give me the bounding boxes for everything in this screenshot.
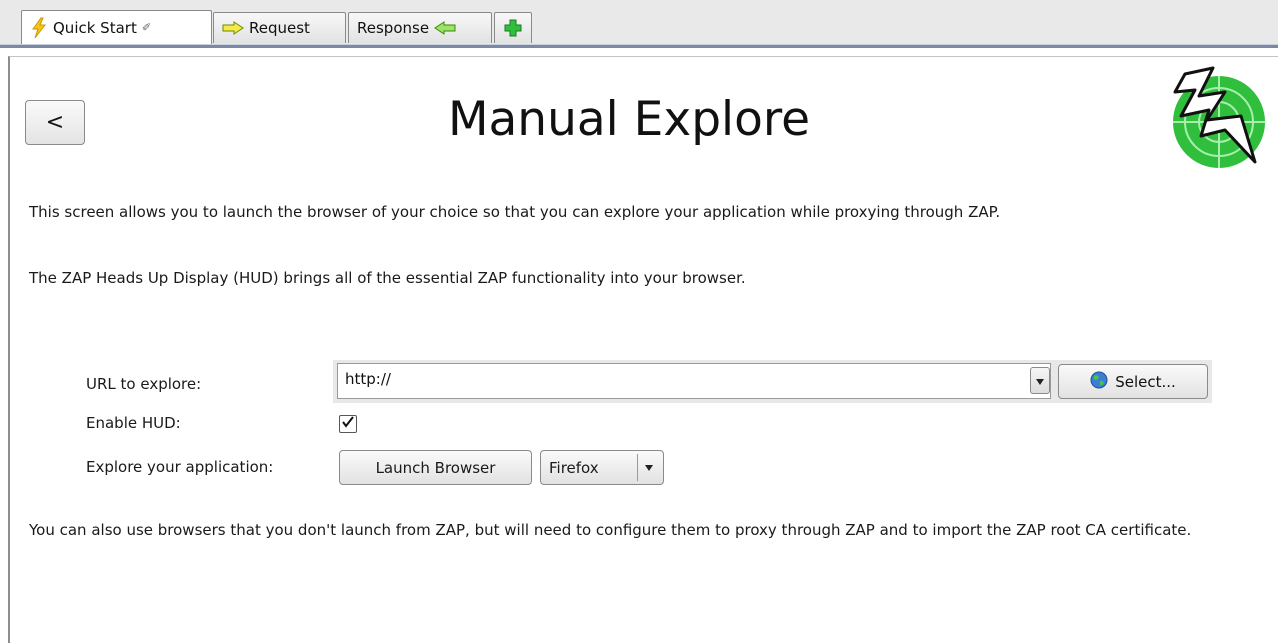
chevron-down-icon — [637, 454, 659, 481]
browser-select-value: Firefox — [549, 458, 599, 477]
tab-label: Response — [357, 19, 430, 37]
tab-label: Request — [249, 19, 310, 37]
arrow-left-icon — [434, 21, 456, 35]
tab-bar: Quick Start ✐ Request Response — [0, 0, 1278, 48]
tab-label: Quick Start — [53, 18, 137, 37]
zap-logo-icon — [1155, 66, 1267, 174]
checkmark-icon — [341, 415, 355, 433]
tab-response[interactable]: Response — [348, 12, 492, 43]
proxy-info-paragraph: You can also use browsers that you don't… — [29, 521, 1192, 539]
hud-label: Enable HUD: — [86, 414, 181, 432]
page-title: Manual Explore — [447, 92, 811, 147]
url-label: URL to explore: — [86, 375, 202, 393]
globe-icon — [1090, 371, 1108, 393]
launch-browser-button[interactable]: Launch Browser — [339, 450, 532, 485]
add-tab-button[interactable] — [494, 12, 532, 43]
chevron-down-icon — [1035, 372, 1045, 390]
url-dropdown-button[interactable] — [1030, 367, 1050, 394]
arrow-right-icon — [222, 21, 244, 35]
enable-hud-checkbox[interactable] — [339, 415, 357, 433]
lightning-icon — [30, 17, 48, 39]
hud-paragraph: The ZAP Heads Up Display (HUD) brings al… — [29, 269, 746, 287]
tab-quick-start[interactable]: Quick Start ✐ — [21, 10, 212, 44]
select-label: Select... — [1115, 372, 1176, 391]
browser-select[interactable]: Firefox — [540, 450, 664, 485]
pin-icon[interactable]: ✐ — [142, 21, 151, 34]
tab-request[interactable]: Request — [213, 12, 346, 43]
plus-icon — [504, 19, 522, 37]
url-input[interactable]: http:// — [337, 363, 1051, 399]
intro-paragraph: This screen allows you to launch the bro… — [29, 203, 1001, 221]
tab-divider — [0, 44, 1278, 48]
select-url-button[interactable]: Select... — [1058, 364, 1208, 399]
explore-label: Explore your application: — [86, 458, 274, 476]
